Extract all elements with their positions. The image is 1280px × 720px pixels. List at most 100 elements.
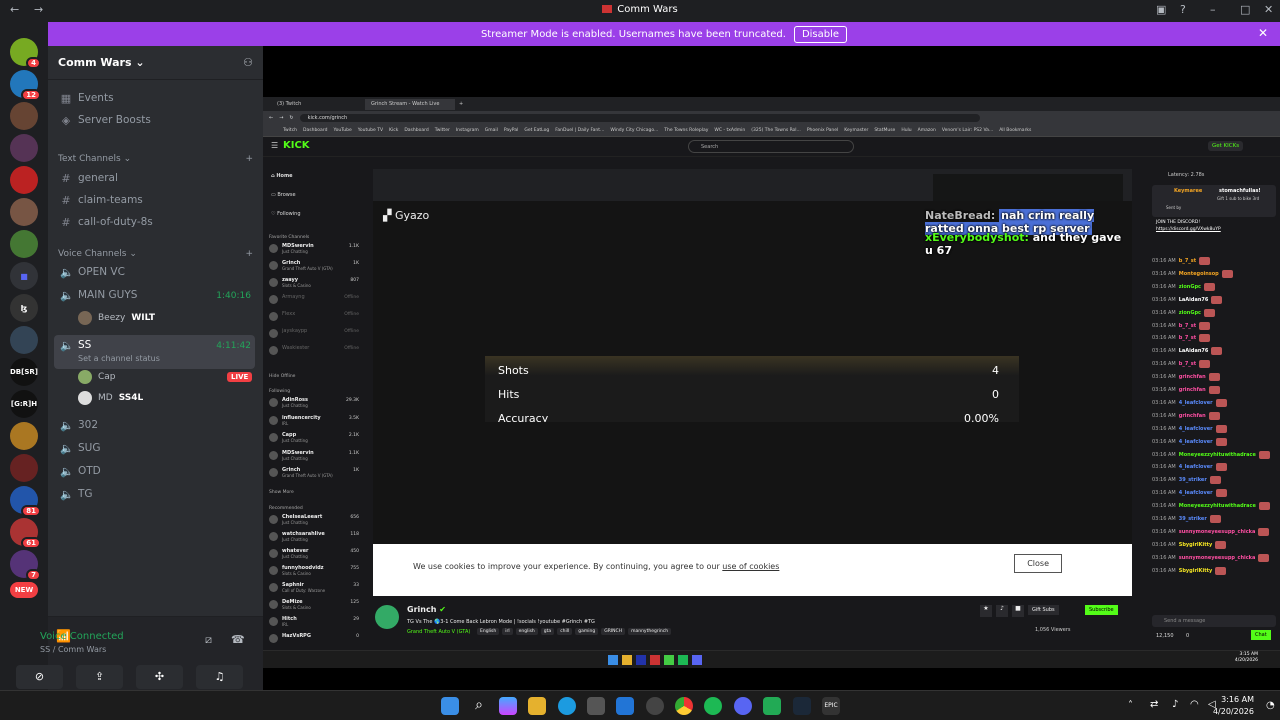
subscribe-button[interactable]: Subscribe [1085, 605, 1118, 615]
chat-message[interactable]: 03:16 AM b_7_st [1152, 255, 1211, 267]
channel-call-of-duty-8s[interactable]: # call-of-duty-8s [54, 212, 255, 232]
chat-message[interactable]: 03:16 AM b_7_st [1152, 332, 1211, 344]
voice-user[interactable]: Cap [78, 370, 116, 384]
discord-icon[interactable] [734, 697, 752, 715]
system-clock[interactable]: 3:16 AM 4/20/2026 [1213, 694, 1254, 718]
channel-list-item[interactable]: Armayng Offline [269, 294, 359, 310]
inbox-icon[interactable]: ▣ [1156, 3, 1166, 16]
chat-message[interactable]: 03:16 AM grinchfan [1152, 371, 1220, 383]
channel-list-item[interactable]: Grinch Grand Theft Auto V (GTA) 1K [269, 260, 359, 276]
windows-start-icon[interactable] [441, 697, 459, 715]
chat-message[interactable]: 03:16 AM LaAidan76 [1152, 294, 1223, 306]
copilot-icon[interactable] [499, 697, 517, 715]
server-icon[interactable]: [G:R]H [10, 390, 38, 418]
channel-list-item[interactable]: Waskiester Offline [269, 345, 359, 361]
close-button[interactable]: Close [1014, 554, 1062, 573]
search-icon[interactable]: ⌕ [470, 697, 488, 715]
close-icon[interactable]: ✕ [1264, 3, 1273, 16]
chat-send-button[interactable]: Chat [1251, 630, 1271, 640]
stream-category[interactable]: Grand Theft Auto V (GTA) [407, 629, 470, 635]
disconnect-icon[interactable]: ☎ [231, 633, 245, 646]
chat-message[interactable]: 03:16 AM 4_leafclover [1152, 423, 1227, 435]
channel-list-item[interactable]: MDSwervin Just Chatting 1.1K [269, 243, 359, 259]
bell-icon[interactable]: ♪ [996, 605, 1008, 617]
folder-icon[interactable]: ■ [10, 262, 38, 290]
network-icon[interactable]: ⇄ [1150, 699, 1158, 710]
channel-list-item[interactable]: whatever Just Chatting 450 [269, 548, 359, 564]
channel-list-item[interactable]: ChelseaLeeart Just Chatting 656 [269, 514, 359, 530]
search-input[interactable]: Search [688, 140, 854, 153]
bookmark[interactable]: Venom's Lair: PS2 Va... [942, 128, 993, 133]
notification-icon[interactable]: ◔ [1266, 700, 1275, 711]
minimize-icon[interactable]: – [1210, 3, 1216, 16]
reload-icon[interactable]: ↻ [289, 115, 293, 121]
chat-message[interactable]: 03:16 AM grinchfan [1152, 384, 1220, 396]
bookmark[interactable]: Youtube TV [358, 128, 383, 133]
chat-message[interactable]: 03:16 AM zionGpc [1152, 307, 1215, 319]
bookmark[interactable]: Keymaster [844, 128, 868, 133]
channel-list-item[interactable]: jayskaypp Offline [269, 328, 359, 344]
channel-status[interactable]: Set a channel status [78, 354, 160, 363]
spotify-icon[interactable] [704, 697, 722, 715]
channel-general[interactable]: # general [54, 168, 255, 188]
bookmark[interactable]: Twitter [435, 128, 450, 133]
chat-input[interactable]: Send a message [1152, 615, 1276, 627]
bookmark[interactable]: The Towns Roleplay [664, 128, 708, 133]
avatar[interactable] [375, 605, 399, 629]
bookmark[interactable]: WC - txAdmin [714, 128, 745, 133]
stream-tag[interactable]: gta [540, 628, 555, 635]
chat-message[interactable]: 03:16 AM Moneyeezzyhituwithadrace [1152, 500, 1270, 512]
back-arrow-icon[interactable]: ← [269, 115, 273, 121]
gift-icon[interactable]: ■ [1012, 605, 1024, 617]
kick-logo[interactable]: KICK [283, 140, 310, 151]
nav-browse[interactable]: ▭ Browse [271, 192, 296, 198]
chat-message[interactable]: 03:16 AM 39_striker [1152, 513, 1221, 525]
bookmark[interactable]: Get EatLog [524, 128, 549, 133]
outlook-icon[interactable] [616, 697, 634, 715]
voice-otd[interactable]: 🔈 OTD [54, 461, 255, 481]
server-icon[interactable] [10, 326, 38, 354]
stream-tag[interactable]: English [477, 628, 500, 635]
get-kicks-button[interactable]: Get KICKs [1208, 141, 1244, 151]
channel-list-item[interactable]: funnyhoodvidz Slots & Casino 755 [269, 565, 359, 581]
channel-list-item[interactable]: zaayy Slots & Casino 807 [269, 277, 359, 293]
bookmark[interactable]: Dashboard [303, 128, 327, 133]
channel-list-item[interactable]: watchsarahlive Just Chatting 118 [269, 531, 359, 547]
bookmark[interactable]: YouTube [333, 128, 351, 133]
channel-list-item[interactable]: MDSwervin Just Chatting 1.1K [269, 450, 359, 466]
streamer-name[interactable]: Grinch ✔ [407, 605, 446, 614]
new-tab-icon[interactable]: + [459, 101, 463, 107]
bookmark[interactable]: Twitch [283, 128, 297, 133]
bookmark[interactable]: Windy City Chicago... [610, 128, 658, 133]
noise-suppression-icon[interactable]: ⧄ [205, 633, 212, 647]
nav-events[interactable]: ▦ Events [54, 88, 255, 108]
wifi-icon[interactable]: ◠ [1190, 699, 1199, 710]
voice-302[interactable]: 🔈 302 [54, 415, 255, 435]
forward-arrow-icon[interactable]: → [279, 115, 283, 121]
voice-user[interactable]: Beezy WILT [78, 311, 155, 325]
server-icon[interactable]: ɮ [10, 294, 38, 322]
video-player[interactable]: ▞ Gyazo Shots 4 Hits 0 Accuracy 0.00% Na… [373, 169, 1132, 596]
nav-following[interactable]: ♡ Following [271, 211, 301, 217]
channel-list-item[interactable]: Flexx Offline [269, 311, 359, 327]
gift-subs-button[interactable]: Gift Subs [1028, 605, 1059, 615]
stream-tag[interactable]: gaming [575, 628, 599, 635]
chat-message[interactable]: 03:16 AM SbygirlKitty [1152, 565, 1227, 577]
bookmark[interactable]: Instagram [456, 128, 479, 133]
channel-list-item[interactable]: DeMize Slots & Casino 125 [269, 599, 359, 615]
channel-list-item[interactable]: AdinRoss Just Chatting 29.3K [269, 397, 359, 413]
chat-message[interactable]: 03:16 AM sunnymoneyeesupp_chicka [1152, 526, 1270, 538]
disable-button[interactable]: Disable [793, 25, 848, 43]
store-icon[interactable] [587, 697, 605, 715]
microphone-icon[interactable]: ♪ [1172, 699, 1178, 710]
channel-claim-teams[interactable]: # claim-teams [54, 190, 255, 210]
file-explorer-icon[interactable] [528, 697, 546, 715]
bookmark[interactable]: Hulu [901, 128, 911, 133]
chat-message[interactable]: 03:16 AM 4_leafclover [1152, 487, 1227, 499]
chat-message[interactable]: 03:16 AM Moneyeezzyhituwithadrace [1152, 449, 1270, 461]
url-input[interactable]: kick.com/grinch [299, 114, 980, 122]
chat-message[interactable]: 03:16 AM 4_leafclover [1152, 436, 1227, 448]
bookmark[interactable]: (325) The Towns Rol... [751, 128, 801, 133]
help-icon[interactable]: ? [1180, 3, 1186, 16]
chat-message[interactable]: 03:16 AM b_7_st [1152, 320, 1211, 332]
